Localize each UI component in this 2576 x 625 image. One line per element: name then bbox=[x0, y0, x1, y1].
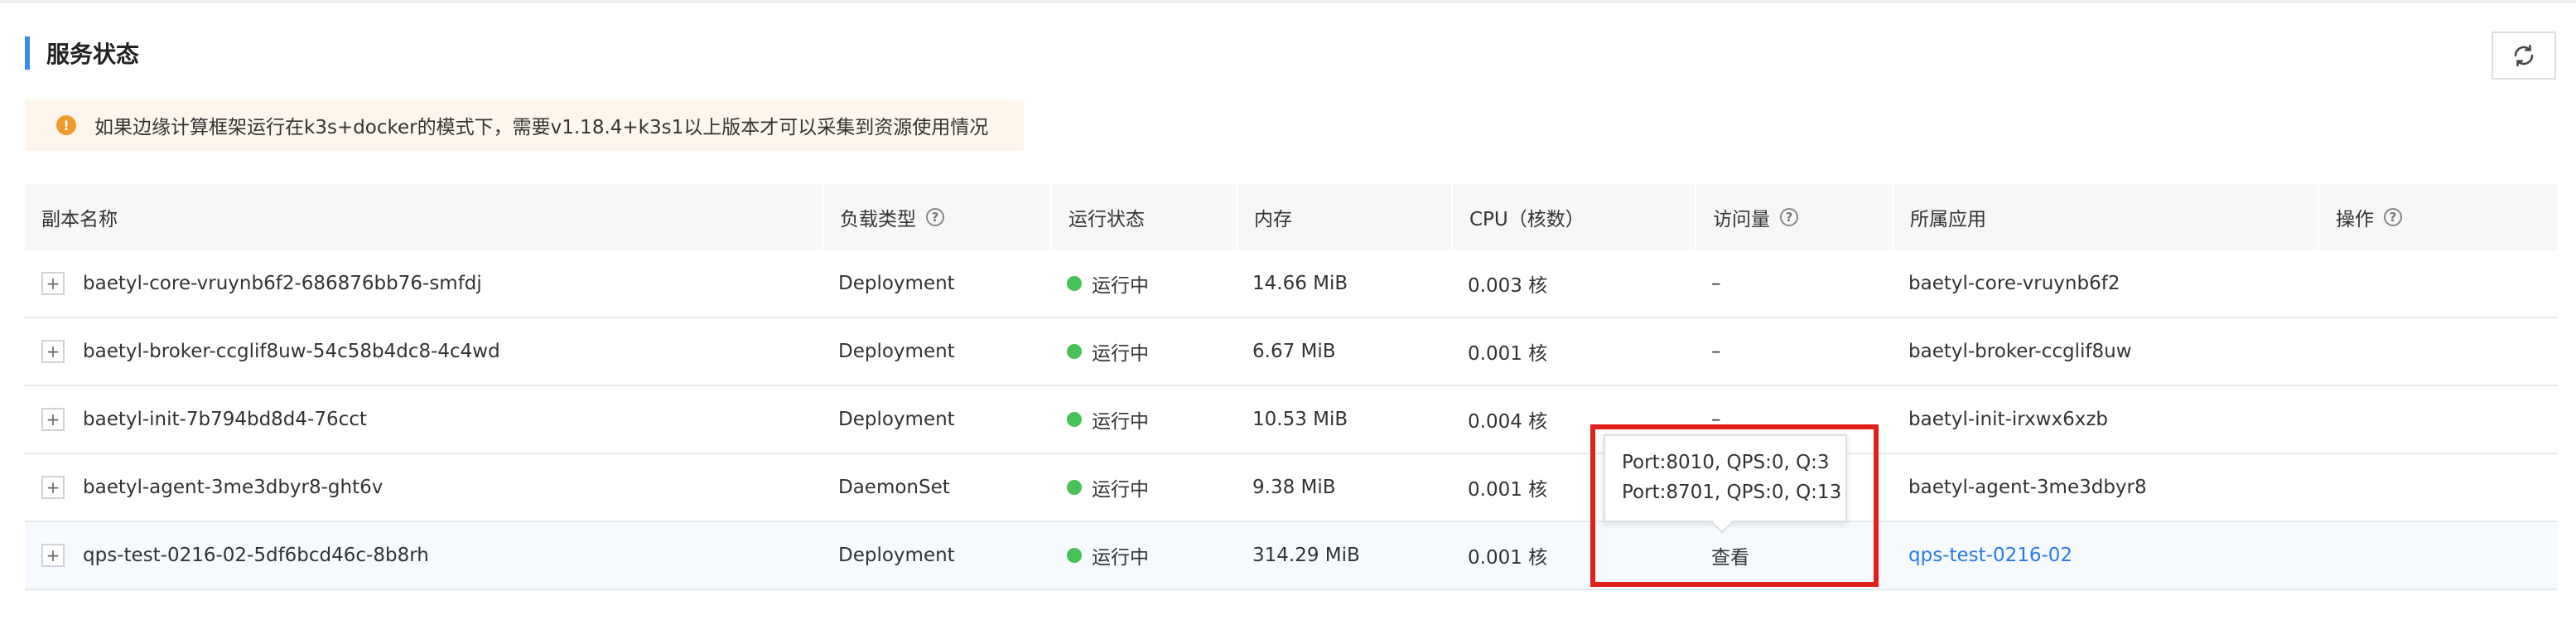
header-ops: 操作 ? bbox=[2318, 184, 2558, 250]
header-workload: 负载类型 ? bbox=[822, 184, 1050, 250]
replica-name: qps-test-0216-02-5df6bcd46c-8b8rh bbox=[83, 545, 429, 566]
cell-name: + baetyl-agent-3me3dbyr8-ght6v bbox=[25, 454, 822, 521]
cell-status: 运行中 bbox=[1050, 250, 1149, 317]
status-text: 运行中 bbox=[1092, 275, 1149, 297]
replica-name: baetyl-core-vruynb6f2-686876bb76-smfdj bbox=[83, 273, 482, 294]
cell-memory: 9.38 MiB bbox=[1252, 477, 1336, 498]
cell-app: baetyl-agent-3me3dbyr8 bbox=[1908, 477, 2147, 498]
expand-icon[interactable]: + bbox=[41, 544, 65, 567]
status-text: 运行中 bbox=[1092, 479, 1149, 501]
help-icon[interactable]: ? bbox=[1780, 208, 1798, 226]
cell-cpu: 0.001 核 bbox=[1468, 479, 1548, 501]
header-app-label: 所属应用 bbox=[1910, 209, 1986, 230]
cell-workload: Deployment bbox=[838, 409, 955, 430]
cell-app: baetyl-core-vruynb6f2 bbox=[1908, 273, 2120, 294]
page-title: 服务状态 bbox=[46, 41, 140, 68]
cell-memory: 314.29 MiB bbox=[1252, 545, 1360, 566]
table-header: 副本名称 负载类型 ? 运行状态 内存 CPU（核数） 访问量 ? 所属应用 操… bbox=[25, 184, 2558, 250]
cell-name: + baetyl-core-vruynb6f2-686876bb76-smfdj bbox=[25, 250, 822, 317]
header-memory: 内存 bbox=[1236, 184, 1451, 250]
status-dot-icon bbox=[1067, 548, 1082, 563]
top-divider bbox=[0, 0, 2576, 3]
expand-icon[interactable]: + bbox=[41, 340, 65, 363]
table-row: + baetyl-core-vruynb6f2-686876bb76-smfdj… bbox=[25, 250, 2558, 318]
cell-status: 运行中 bbox=[1050, 454, 1149, 521]
cell-status: 运行中 bbox=[1050, 318, 1149, 385]
cell-app: baetyl-init-irxwx6xzb bbox=[1908, 409, 2109, 430]
app-link[interactable]: qps-test-0216-02 bbox=[1892, 522, 2072, 589]
cell-app: baetyl-broker-ccglif8uw bbox=[1908, 341, 2132, 362]
header-name: 副本名称 bbox=[25, 184, 822, 250]
cell-cpu: 0.001 核 bbox=[1468, 343, 1548, 365]
replica-name: baetyl-broker-ccglif8uw-54c58b4dc8-4c4wd bbox=[83, 341, 500, 362]
header-cpu: CPU（核数） bbox=[1451, 184, 1695, 250]
header-name-label: 副本名称 bbox=[41, 209, 118, 230]
info-alert: ! 如果边缘计算框架运行在k3s+docker的模式下，需要v1.18.4+k3… bbox=[25, 99, 1024, 151]
cell-memory: 6.67 MiB bbox=[1252, 341, 1336, 362]
header-status-label: 运行状态 bbox=[1069, 209, 1145, 230]
expand-icon[interactable]: + bbox=[41, 272, 65, 295]
header-memory-label: 内存 bbox=[1254, 209, 1292, 230]
cell-traffic: – bbox=[1711, 273, 1721, 294]
cell-cpu: 0.004 核 bbox=[1468, 411, 1548, 433]
cell-workload: Deployment bbox=[838, 545, 955, 566]
cell-workload: DaemonSet bbox=[838, 477, 950, 498]
cell-workload: Deployment bbox=[838, 341, 955, 362]
help-icon[interactable]: ? bbox=[2384, 208, 2402, 226]
header-cpu-label: CPU（核数） bbox=[1469, 209, 1585, 230]
replica-table: 副本名称 负载类型 ? 运行状态 内存 CPU（核数） 访问量 ? 所属应用 操… bbox=[25, 184, 2558, 590]
cell-status: 运行中 bbox=[1050, 522, 1149, 589]
cell-status: 运行中 bbox=[1050, 386, 1149, 453]
header-status: 运行状态 bbox=[1050, 184, 1236, 250]
header-traffic: 访问量 ? bbox=[1695, 184, 1892, 250]
status-text: 运行中 bbox=[1092, 411, 1149, 433]
title-accent-bar bbox=[25, 36, 30, 70]
status-dot-icon bbox=[1067, 344, 1082, 359]
cell-name: + baetyl-init-7b794bd8d4-76cct bbox=[25, 386, 822, 453]
refresh-icon bbox=[2514, 44, 2534, 67]
replica-name: baetyl-init-7b794bd8d4-76cct bbox=[83, 409, 367, 430]
alert-text: 如果边缘计算框架运行在k3s+docker的模式下，需要v1.18.4+k3s1… bbox=[94, 117, 989, 138]
replica-name: baetyl-agent-3me3dbyr8-ght6v bbox=[83, 477, 384, 498]
highlight-annotation-box bbox=[1590, 424, 1879, 587]
header-traffic-label: 访问量 bbox=[1713, 209, 1770, 230]
cell-memory: 14.66 MiB bbox=[1252, 273, 1348, 294]
header-ops-label: 操作 bbox=[2336, 209, 2374, 230]
status-dot-icon bbox=[1067, 480, 1082, 495]
cell-traffic: – bbox=[1711, 341, 1721, 362]
expand-icon[interactable]: + bbox=[41, 408, 65, 431]
section-header: 服务状态 bbox=[25, 36, 139, 70]
help-icon[interactable]: ? bbox=[926, 208, 944, 226]
cell-name: + baetyl-broker-ccglif8uw-54c58b4dc8-4c4… bbox=[25, 318, 822, 385]
status-dot-icon bbox=[1067, 276, 1082, 291]
status-text: 运行中 bbox=[1092, 547, 1149, 569]
cell-workload: Deployment bbox=[838, 273, 955, 294]
cell-cpu: 0.003 核 bbox=[1468, 275, 1548, 297]
warning-icon: ! bbox=[56, 115, 76, 135]
table-row: + baetyl-broker-ccglif8uw-54c58b4dc8-4c4… bbox=[25, 318, 2558, 386]
status-dot-icon bbox=[1067, 412, 1082, 427]
refresh-button[interactable] bbox=[2492, 31, 2556, 80]
cell-name: + qps-test-0216-02-5df6bcd46c-8b8rh bbox=[25, 522, 822, 589]
expand-icon[interactable]: + bbox=[41, 476, 65, 499]
header-app: 所属应用 bbox=[1892, 184, 2318, 250]
header-workload-label: 负载类型 bbox=[840, 209, 916, 230]
status-text: 运行中 bbox=[1092, 343, 1149, 365]
table-row: + baetyl-init-7b794bd8d4-76cct Deploymen… bbox=[25, 386, 2558, 454]
table-row: + baetyl-agent-3me3dbyr8-ght6v DaemonSet… bbox=[25, 454, 2558, 522]
cell-memory: 10.53 MiB bbox=[1252, 409, 1348, 430]
cell-cpu: 0.001 核 bbox=[1468, 547, 1548, 569]
table-row: + qps-test-0216-02-5df6bcd46c-8b8rh Depl… bbox=[25, 522, 2558, 590]
